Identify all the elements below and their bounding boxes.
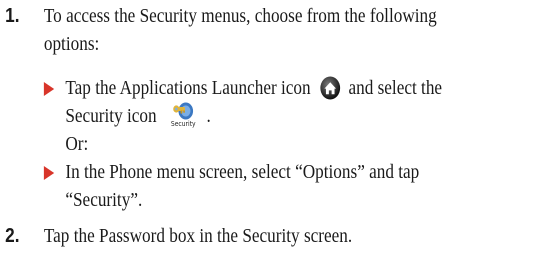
step-number: 1. — [5, 5, 20, 27]
option-text: “Security”. — [65, 189, 143, 211]
or-separator: Or: — [65, 133, 89, 155]
option-text: and select the — [348, 77, 443, 99]
instruction-document: 1. To access the Security menus, choose … — [0, 0, 472, 260]
applications-launcher-icon — [320, 76, 341, 100]
step-text-line: Tap the Password box in the Security scr… — [43, 225, 353, 247]
option-text: Tap the Applications Launcher icon — [65, 77, 311, 99]
step-text-line: options: — [43, 33, 100, 55]
bullet-triangle-icon — [43, 166, 55, 180]
step-text-line: To access the Security menus, choose fro… — [43, 5, 437, 27]
security-key-icon: Security — [166, 102, 200, 130]
option-text: Security icon — [65, 105, 157, 127]
option-text: . — [206, 105, 211, 127]
step-number: 2. — [5, 225, 20, 247]
security-icon-caption: Security — [170, 120, 196, 128]
option-text: In the Phone menu screen, select “Option… — [65, 161, 420, 183]
bullet-triangle-icon — [43, 82, 55, 96]
